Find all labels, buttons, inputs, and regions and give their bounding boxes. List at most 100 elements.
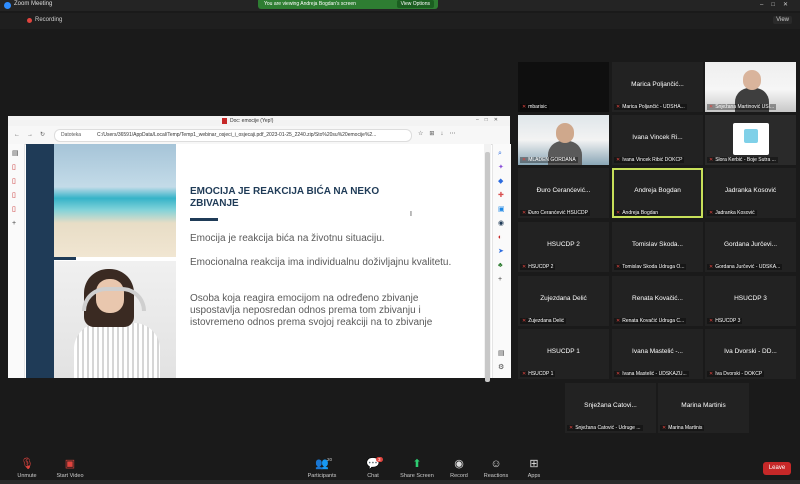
- participant-tile[interactable]: Tomislav Škoda... ✕ Tomislav Škoda Udruga …: [612, 222, 703, 272]
- muted-mic-icon: ✕: [522, 210, 527, 216]
- search-icon[interactable]: ⌕: [498, 150, 505, 157]
- page-thumb-icon[interactable]: ▯: [12, 192, 19, 199]
- participant-tile[interactable]: Đuro Ceranćević... ✕ Đuro Ceranćević HSUCD…: [518, 168, 609, 218]
- participant-label-text: Đuro Ceranćević HSUCDP: [528, 210, 588, 216]
- participants-button[interactable]: 👥 20 Participants: [302, 457, 342, 479]
- office-icon[interactable]: ◐: [498, 234, 505, 241]
- participant-label-text: Snježana Čatović - Udruge ...: [575, 425, 641, 431]
- copilot-icon[interactable]: ✦: [498, 164, 505, 171]
- layout-icon[interactable]: ▤: [498, 350, 505, 357]
- record-button[interactable]: ◉ Record: [439, 458, 479, 479]
- participant-label: ✕ Marica Poljančić - UDSHA...: [614, 104, 687, 110]
- send-icon[interactable]: ➤: [498, 248, 505, 255]
- participant-label: ✕ Slora Kerbić - Boje Sutra ...: [707, 157, 778, 163]
- participant-tile[interactable]: Marina Martinis ✕ Marina Martinis: [658, 383, 749, 433]
- browser-nav-icons[interactable]: ←→↻: [14, 131, 52, 138]
- pdf-icon: [222, 118, 227, 124]
- participant-tile[interactable]: Iva Dvorski - DD... ✕ Iva Dvorski - DOKCP: [705, 329, 796, 379]
- browser-address-bar: ←→↻ Datoteka C:/Users/36591/AppData/Loca…: [8, 126, 510, 145]
- tag-icon[interactable]: ◆: [498, 178, 505, 185]
- participant-name: Snježana Čatovi...: [584, 402, 637, 409]
- url-field[interactable]: Datoteka C:/Users/36591/AppData/Local/Te…: [54, 129, 412, 142]
- participant-name: HSUCDP 1: [547, 348, 580, 355]
- pdf-scrollbar[interactable]: [484, 144, 491, 382]
- games-icon[interactable]: ◉: [498, 220, 505, 227]
- view-options-button[interactable]: View Options: [396, 0, 434, 8]
- browser-titlebar: Doc: emocije (Yep!) –□✕: [8, 116, 510, 126]
- participant-tile[interactable]: Gordana Jurčevi... ✕ Gordana Jurčević - UD…: [705, 222, 796, 272]
- url-text: C:/Users/36591/AppData/Local/Temp/Temp1_…: [97, 132, 377, 138]
- toc-icon[interactable]: ▤: [12, 150, 19, 157]
- browser-toolbar-icons[interactable]: ☆⊞↓⋯: [418, 130, 461, 137]
- participant-name: Đuro Ceranćević...: [536, 187, 591, 194]
- muted-mic-icon: ✕: [522, 157, 527, 163]
- muted-mic-icon: ✕: [522, 318, 527, 324]
- participant-name: Marica Poljančić...: [631, 81, 684, 88]
- settings-icon[interactable]: ⚙: [498, 364, 505, 371]
- apps-button[interactable]: ⊞ Apps: [514, 458, 554, 479]
- slide-heading: EMOCIJA JE REAKCIJA BIĆA NA NEKO ZBIVANJ…: [190, 186, 380, 209]
- page-thumb-icon[interactable]: ▯: [12, 164, 19, 171]
- muted-mic-icon: ✕: [616, 371, 621, 377]
- participant-tile[interactable]: HSUCDP 1 ✕ HSUCDP 1: [518, 329, 609, 379]
- participant-tile[interactable]: ✕ mbarisic: [518, 62, 609, 112]
- record-label: Record: [450, 473, 468, 479]
- participant-label-text: mbarisic: [528, 104, 547, 110]
- tools-icon[interactable]: ✚: [498, 192, 505, 199]
- reactions-button[interactable]: ☺ Reactions: [476, 458, 516, 479]
- page-thumb-icon[interactable]: ▯: [12, 206, 19, 213]
- heading-underline: [190, 218, 218, 221]
- start-video-button[interactable]: ▣ Start Video: [50, 458, 90, 479]
- participant-tile[interactable]: Andreja Bogdan ✕ Andreja Bogdan: [612, 168, 703, 218]
- participant-name: Jadranka Kosović: [724, 187, 777, 194]
- muted-mic-icon: ✕: [709, 371, 714, 377]
- participant-tile[interactable]: HSUCDP 3 ✕ HSUCDP 3: [705, 276, 796, 326]
- muted-mic-icon: ✕: [522, 264, 527, 270]
- add-icon[interactable]: +: [498, 276, 505, 283]
- shared-browser-window: Doc: emocije (Yep!) –□✕ ←→↻ Datoteka C:/…: [8, 116, 511, 382]
- leave-button[interactable]: Leave: [763, 462, 791, 475]
- view-button[interactable]: View: [773, 16, 792, 24]
- browser-window-controls[interactable]: –□✕: [476, 117, 504, 123]
- participant-tile[interactable]: ✕ MLADEN GORDANA: [518, 115, 609, 165]
- participant-tile[interactable]: ✕ Snježana Martinović ÚSI...: [705, 62, 796, 112]
- unmute-button[interactable]: 🎙 Unmute: [7, 458, 47, 479]
- participant-label: ✕ Ivana Mastelić - UDSKAŽU...: [614, 371, 689, 377]
- muted-mic-icon: ✕: [522, 371, 527, 377]
- muted-mic-icon: ✕: [616, 264, 621, 270]
- slide-paragraph-1: Emocija je reakcija bića na životnu situ…: [190, 233, 385, 244]
- reactions-label: Reactions: [483, 473, 509, 479]
- page-thumb-icon[interactable]: ▯: [12, 178, 19, 185]
- pdf-left-sidebar: ▤ ▯ ▯ ▯ ▯ +: [8, 144, 25, 378]
- share-screen-button[interactable]: ⬆ Share Screen: [397, 458, 437, 479]
- participants-label: Participants: [307, 473, 337, 479]
- participant-tile[interactable]: Snježana Čatovi... ✕ Snježana Čatović - Ud…: [565, 383, 656, 433]
- participant-label: ✕ Andreja Bogdan: [614, 210, 661, 216]
- muted-mic-icon: ✕: [616, 318, 621, 324]
- participant-tile[interactable]: Ivana Vincek Ri... ✕ Ivana Vincek Ribić DO…: [612, 115, 703, 165]
- participant-tile[interactable]: HSUCDP 2 ✕ HSUCDP 2: [518, 222, 609, 272]
- muted-mic-icon: ✕: [709, 264, 714, 270]
- muted-mic-icon: ✕: [709, 318, 714, 324]
- pdf-slide: EMOCIJA JE REAKCIJA BIĆA NA NEKO ZBIVANJ…: [26, 144, 484, 378]
- muted-mic-icon: ✕: [709, 210, 714, 216]
- chat-button[interactable]: 💬 3 Chat: [353, 457, 393, 479]
- outlook-icon[interactable]: ▣: [498, 206, 505, 213]
- participant-tile[interactable]: Ivana Mastelić -... ✕ Ivana Mastelić - UDS…: [612, 329, 703, 379]
- tree-icon[interactable]: ♣: [498, 262, 505, 269]
- window-controls[interactable]: –□✕: [760, 1, 796, 8]
- participant-tile[interactable]: Renata Kovačić... ✕ Renata Kovačić Udruga …: [612, 276, 703, 326]
- participant-tile[interactable]: Marica Poljančić... ✕ Marica Poljančić - U…: [612, 62, 703, 112]
- participant-name: Tomislav Škoda...: [632, 241, 683, 248]
- participant-tile[interactable]: Jadranka Kosović ✕ Jadranka Kosović: [705, 168, 796, 218]
- participant-label: ✕ HSUCDP 2: [520, 264, 556, 270]
- chat-badge: 3: [376, 457, 383, 462]
- woman-headphones-image: [54, 261, 176, 378]
- add-icon[interactable]: +: [12, 220, 19, 227]
- participant-label-text: Andreja Bogdan: [622, 210, 659, 216]
- participant-tile[interactable]: Zujezdana Delić ✕ Zujezdana Delić: [518, 276, 609, 326]
- participant-label-text: HSUCDP 1: [528, 371, 554, 377]
- participant-label: ✕ Jadranka Kosović: [707, 210, 757, 216]
- participant-tile[interactable]: ✕ Slora Kerbić - Boje Sutra ...: [705, 115, 796, 165]
- participant-label: ✕ Ivana Vincek Ribić DOKCP: [614, 157, 685, 163]
